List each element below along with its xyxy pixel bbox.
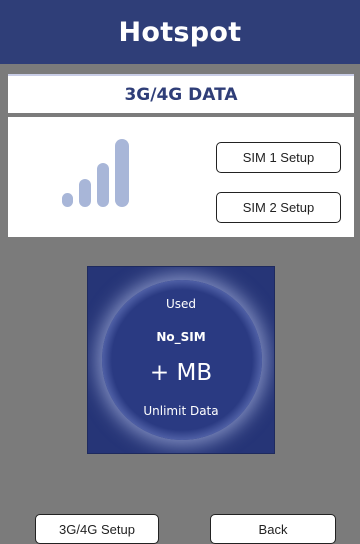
sim-status: No_SIM — [156, 330, 206, 344]
header-bar: Hotspot — [0, 0, 360, 64]
back-button[interactable]: Back — [210, 514, 336, 544]
sim2-setup-button[interactable]: SIM 2 Setup — [216, 192, 341, 223]
data-plan: Unlimit Data — [143, 404, 219, 418]
section-title-bar: 3G/4G DATA — [8, 74, 354, 113]
signal-bar-2 — [79, 179, 91, 207]
signal-bars-icon — [62, 139, 129, 207]
signal-bar-1 — [62, 193, 73, 207]
signal-bar-4 — [115, 139, 129, 207]
page-title: Hotspot — [118, 16, 242, 48]
section-title: 3G/4G DATA — [124, 84, 238, 105]
signal-bar-3 — [97, 163, 109, 207]
data-setup-button[interactable]: 3G/4G Setup — [35, 514, 159, 544]
used-label: Used — [165, 297, 197, 311]
data-amount: + MB — [149, 360, 213, 386]
sim1-setup-button[interactable]: SIM 1 Setup — [216, 142, 341, 173]
